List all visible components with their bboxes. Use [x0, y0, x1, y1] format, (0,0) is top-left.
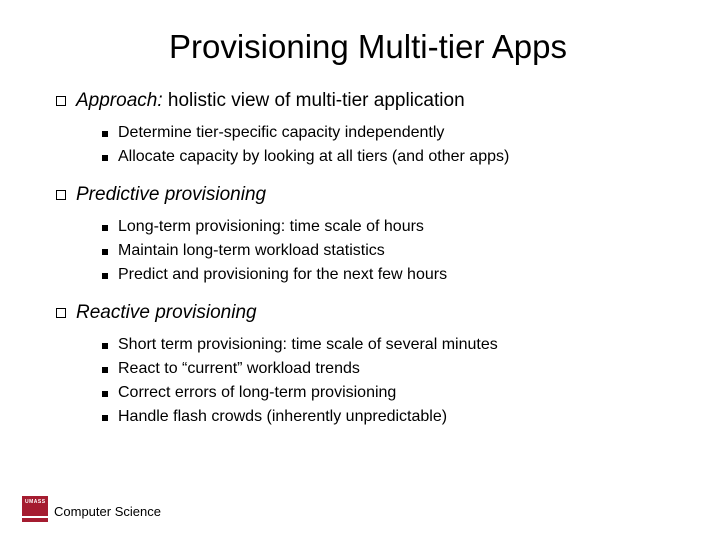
- list-item: Short term provisioning: time scale of s…: [102, 336, 680, 354]
- sub-item-text: Predict and provisioning for the next fe…: [118, 266, 447, 284]
- logo-text: UMASS: [25, 499, 45, 513]
- section-heading: Approach: holistic view of multi-tier ap…: [76, 90, 465, 112]
- list-item: Predict and provisioning for the next fe…: [102, 266, 680, 284]
- umass-logo-icon: UMASS: [22, 496, 48, 526]
- list-item: Handle flash crowds (inherently unpredic…: [102, 408, 680, 426]
- list-item: Allocate capacity by looking at all tier…: [102, 148, 680, 166]
- square-bullet-icon: [102, 273, 108, 279]
- footer: UMASS Computer Science: [22, 496, 161, 526]
- square-bullet-icon: [102, 415, 108, 421]
- slide-title: Provisioning Multi-tier Apps: [56, 28, 680, 66]
- section-heading-rest: holistic view of multi-tier application: [163, 90, 465, 111]
- footer-label: Computer Science: [54, 504, 161, 519]
- checkbox-bullet-icon: [56, 190, 66, 200]
- section-heading: Reactive provisioning: [76, 302, 257, 324]
- square-bullet-icon: [102, 367, 108, 373]
- square-bullet-icon: [102, 249, 108, 255]
- section-heading-prefix: Approach:: [76, 90, 163, 111]
- list-item: Determine tier-specific capacity indepen…: [102, 124, 680, 142]
- sub-item-text: Long-term provisioning: time scale of ho…: [118, 218, 424, 236]
- sub-item-text: Correct errors of long-term provisioning: [118, 384, 396, 402]
- sub-list: Short term provisioning: time scale of s…: [56, 336, 680, 426]
- sub-list: Long-term provisioning: time scale of ho…: [56, 218, 680, 284]
- list-item: Long-term provisioning: time scale of ho…: [102, 218, 680, 236]
- section-heading-row: Predictive provisioning: [56, 184, 680, 206]
- sub-item-text: Allocate capacity by looking at all tier…: [118, 148, 509, 166]
- sub-item-text: Determine tier-specific capacity indepen…: [118, 124, 444, 142]
- list-item: Correct errors of long-term provisioning: [102, 384, 680, 402]
- list-item: React to “current” workload trends: [102, 360, 680, 378]
- sub-item-text: Short term provisioning: time scale of s…: [118, 336, 498, 354]
- section-heading-row: Approach: holistic view of multi-tier ap…: [56, 90, 680, 112]
- square-bullet-icon: [102, 131, 108, 137]
- slide: Provisioning Multi-tier Apps Approach: h…: [0, 0, 720, 426]
- sub-list: Determine tier-specific capacity indepen…: [56, 124, 680, 166]
- square-bullet-icon: [102, 155, 108, 161]
- bullet-list: Approach: holistic view of multi-tier ap…: [56, 90, 680, 426]
- section-predictive: Predictive provisioning Long-term provis…: [56, 184, 680, 284]
- section-approach: Approach: holistic view of multi-tier ap…: [56, 90, 680, 166]
- square-bullet-icon: [102, 225, 108, 231]
- square-bullet-icon: [102, 343, 108, 349]
- sub-item-text: Maintain long-term workload statistics: [118, 242, 385, 260]
- section-heading-row: Reactive provisioning: [56, 302, 680, 324]
- sub-item-text: React to “current” workload trends: [118, 360, 360, 378]
- checkbox-bullet-icon: [56, 308, 66, 318]
- section-heading: Predictive provisioning: [76, 184, 266, 206]
- sub-item-text: Handle flash crowds (inherently unpredic…: [118, 408, 447, 426]
- checkbox-bullet-icon: [56, 96, 66, 106]
- square-bullet-icon: [102, 391, 108, 397]
- section-reactive: Reactive provisioning Short term provisi…: [56, 302, 680, 426]
- list-item: Maintain long-term workload statistics: [102, 242, 680, 260]
